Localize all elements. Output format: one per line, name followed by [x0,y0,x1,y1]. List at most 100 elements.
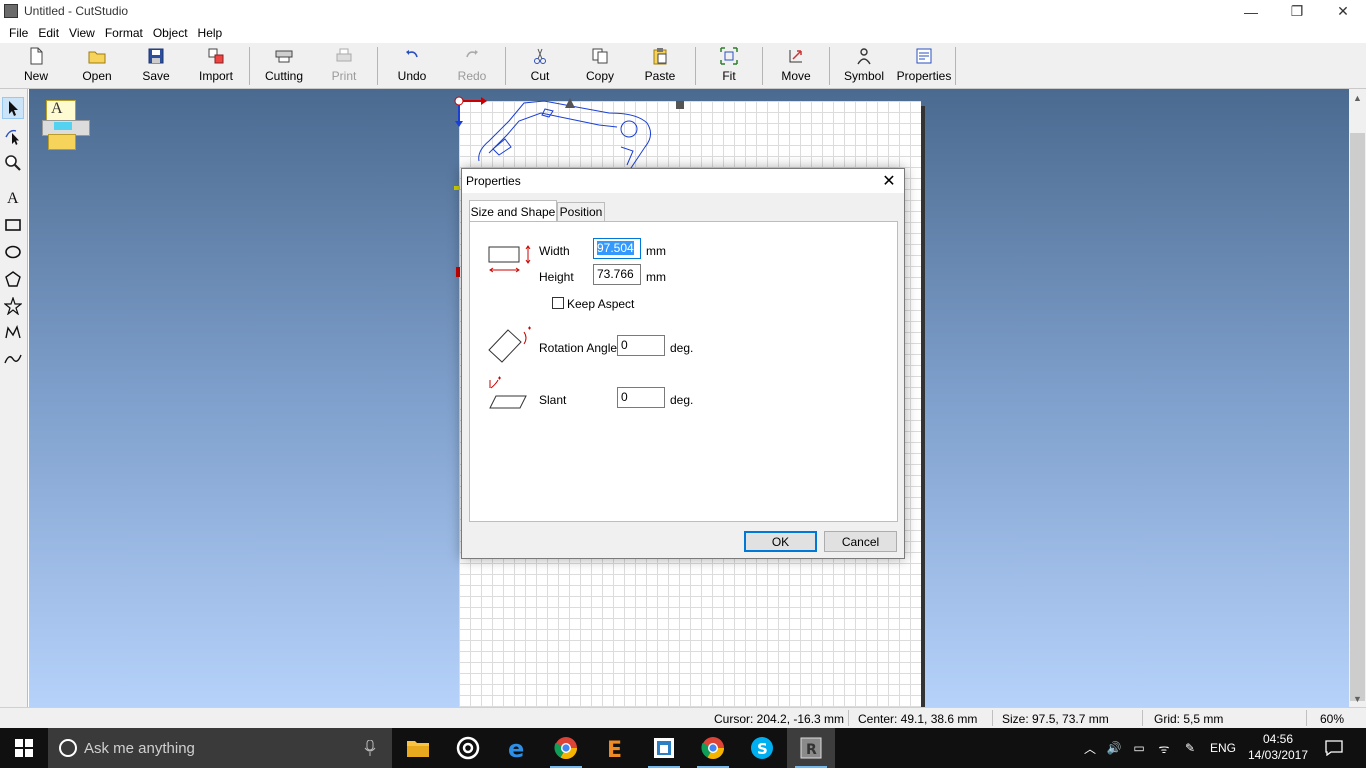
star-icon [4,297,22,315]
windows-logo-icon [15,739,33,757]
cancel-button[interactable]: Cancel [824,531,897,552]
slant-label: Slant [539,393,567,407]
properties-button[interactable]: Properties [896,47,952,87]
zoom-tool[interactable] [2,152,24,174]
taskbar-chrome-2[interactable] [689,728,737,768]
slant-input[interactable]: 0 [617,387,665,408]
menu-file[interactable]: File [4,23,33,43]
taskbar-chrome[interactable] [542,728,590,768]
width-unit: mm [646,244,666,258]
text-tool[interactable]: A [2,186,24,208]
taskbar-skype[interactable]: S [738,728,786,768]
side-handle-left-top[interactable] [454,186,460,190]
volume-icon[interactable]: 🔊 [1102,728,1126,768]
scroll-up-icon[interactable]: ▲ [1349,89,1366,106]
import-button[interactable]: Import [194,47,238,87]
tab-position[interactable]: Position [557,202,605,221]
symbol-button[interactable]: Symbol [840,47,888,87]
toolbar-separator [695,47,696,85]
tool-palette: A [0,89,28,707]
polyline-tool[interactable] [2,322,24,344]
save-button[interactable]: Save [138,47,174,87]
keep-aspect-checkbox[interactable] [552,297,564,309]
copy-label: Copy [585,69,614,83]
width-value: 97.504 [597,241,634,255]
start-button[interactable] [0,728,48,768]
undo-label: Undo [397,69,427,83]
rectangle-tool[interactable] [2,214,24,236]
width-input[interactable]: 97.504 [593,238,641,259]
open-button[interactable]: Open [76,47,118,87]
curve-tool[interactable] [2,348,24,370]
copy-button[interactable]: Copy [580,47,620,87]
select-tool[interactable] [2,97,24,119]
cutting-button[interactable]: Cutting [260,47,308,87]
e-app-icon: E [607,738,622,760]
dialog-close-button[interactable]: ✕ [874,169,904,193]
origin-axis-icon[interactable] [451,93,491,129]
wifi-icon[interactable]: ᯤ [1152,728,1176,768]
dialog-titlebar[interactable]: Properties ✕ [462,169,904,193]
side-handle-left[interactable] [456,267,460,277]
new-button[interactable]: New [18,47,54,87]
taskbar-media-player[interactable] [444,728,492,768]
sheet-shadow [921,106,925,707]
menu-edit[interactable]: Edit [33,23,64,43]
fit-button[interactable]: Fit [712,47,746,87]
rotation-input[interactable]: 0 [617,335,665,356]
tab-size-and-shape[interactable]: Size and Shape [469,200,557,222]
rectangle-icon [5,219,21,231]
print-button[interactable]: Print [324,47,364,87]
tray-overflow-icon[interactable]: ︿ [1080,728,1100,768]
ok-button[interactable]: OK [744,531,817,552]
battery-icon[interactable]: ▭ [1128,728,1150,768]
status-cursor: Cursor: 204.2, -16.3 mm [714,712,845,726]
height-input[interactable]: 73.766 [593,264,641,285]
new-label: New [23,69,48,83]
paste-clipboard-icon [653,48,667,65]
action-center-icon[interactable] [1316,728,1352,768]
pen-ink-icon[interactable]: ✎ [1178,728,1202,768]
polygon-tool[interactable] [2,268,24,290]
node-edit-tool[interactable] [2,125,24,147]
scroll-thumb[interactable] [1350,133,1365,701]
scroll-down-icon[interactable]: ▼ [1349,690,1366,707]
cortana-search-box[interactable]: Ask me anything [48,728,392,768]
cut-button[interactable]: Cut [520,47,560,87]
rotate-handle-icon[interactable] [565,98,575,108]
paste-button[interactable]: Paste [640,47,680,87]
taskbar-store-app[interactable] [640,728,688,768]
clock[interactable]: 04:56 14/03/2017 [1244,731,1312,767]
star-tool[interactable] [2,295,24,317]
close-window-button[interactable]: ✕ [1320,0,1366,23]
document-thumbnail[interactable]: A [40,98,90,150]
polygon-icon [5,271,21,287]
printer-icon [336,48,352,62]
svg-text:A: A [7,190,19,206]
microphone-icon[interactable] [364,740,376,756]
taskbar-e-app[interactable]: E [591,728,639,768]
language-indicator[interactable]: ENG [1204,728,1242,768]
minimize-button[interactable]: — [1228,0,1274,23]
menu-help[interactable]: Help [193,23,228,43]
open-folder-icon [88,51,106,64]
edge-icon: e [508,736,524,760]
redo-button[interactable]: Redo [452,47,492,87]
menu-format[interactable]: Format [100,23,148,43]
svg-text:R: R [806,742,817,758]
taskbar-edge[interactable]: e [493,728,541,768]
taskbar-cutstudio[interactable]: R [787,728,835,768]
taskbar-file-explorer[interactable] [394,728,442,768]
restore-button[interactable]: ❐ [1274,0,1320,23]
print-label: Print [331,69,357,83]
vertical-scrollbar[interactable]: ▲ ▼ [1349,89,1366,707]
resize-handle[interactable] [676,101,684,109]
status-separator [992,710,993,726]
ellipse-tool[interactable] [2,241,24,263]
menu-view[interactable]: View [64,23,100,43]
move-button[interactable]: Move [776,47,816,87]
clock-date: 14/03/2017 [1247,748,1309,762]
slant-icon [489,376,527,409]
undo-button[interactable]: Undo [392,47,432,87]
menu-object[interactable]: Object [148,23,193,43]
